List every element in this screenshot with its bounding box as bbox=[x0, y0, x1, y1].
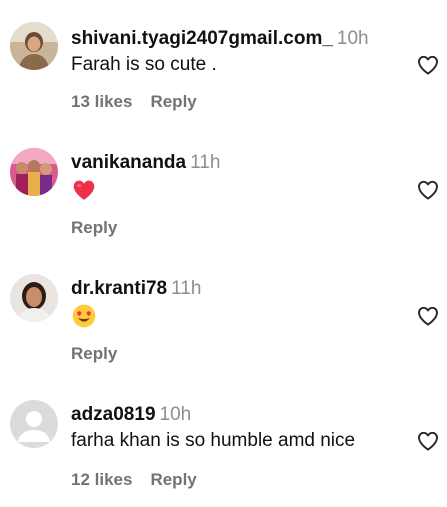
likes-count[interactable]: 12 likes bbox=[71, 470, 132, 489]
comment-header: vanikananda 11h bbox=[71, 152, 220, 174]
comment-text: Farah is so cute . bbox=[71, 54, 217, 75]
heart-outline-icon[interactable] bbox=[416, 53, 440, 77]
comment-item: vanikananda 11h Reply bbox=[0, 125, 447, 251]
reply-button[interactable]: Reply bbox=[150, 470, 196, 489]
comment-header: shivani.tyagi2407gmail.com_ 10h bbox=[71, 28, 369, 50]
comment-item: adza0819 10h farha khan is so humble amd … bbox=[0, 377, 447, 507]
timestamp: 10h bbox=[159, 404, 192, 425]
reply-button[interactable]: Reply bbox=[71, 218, 117, 237]
timestamp: 11h bbox=[190, 152, 221, 173]
avatar[interactable] bbox=[10, 148, 58, 196]
comment-meta: Reply bbox=[71, 344, 117, 364]
heart-outline-icon[interactable] bbox=[416, 429, 440, 453]
reply-button[interactable]: Reply bbox=[71, 344, 117, 363]
username[interactable]: adza0819 bbox=[71, 404, 156, 425]
avatar[interactable] bbox=[10, 22, 58, 70]
username[interactable]: shivani.tyagi2407gmail.com_ bbox=[71, 28, 333, 49]
comment-meta: 13 likes Reply bbox=[71, 92, 197, 112]
likes-count[interactable]: 13 likes bbox=[71, 92, 132, 111]
avatar[interactable] bbox=[10, 400, 58, 448]
username[interactable]: dr.kranti78 bbox=[71, 278, 167, 299]
heart-outline-icon[interactable] bbox=[416, 304, 440, 328]
comment-text: farha khan is so humble amd nice bbox=[71, 430, 356, 451]
comment-item: shivani.tyagi2407gmail.com_ 10h Farah is … bbox=[0, 0, 447, 125]
heart-outline-icon[interactable] bbox=[416, 178, 440, 202]
heart-eyes-emoji bbox=[71, 303, 97, 329]
red-heart-emoji bbox=[71, 177, 97, 203]
timestamp: 11h bbox=[171, 278, 202, 299]
comment-header: dr.kranti78 11h bbox=[71, 278, 201, 300]
username[interactable]: vanikananda bbox=[71, 152, 186, 173]
reply-button[interactable]: Reply bbox=[150, 92, 196, 111]
comment-item: dr.kranti78 11h Reply bbox=[0, 251, 447, 377]
comment-header: adza0819 10h bbox=[71, 404, 191, 426]
timestamp: 10h bbox=[336, 28, 369, 49]
avatar[interactable] bbox=[10, 274, 58, 322]
comment-meta: Reply bbox=[71, 218, 117, 238]
comment-meta: 12 likes Reply bbox=[71, 470, 197, 490]
